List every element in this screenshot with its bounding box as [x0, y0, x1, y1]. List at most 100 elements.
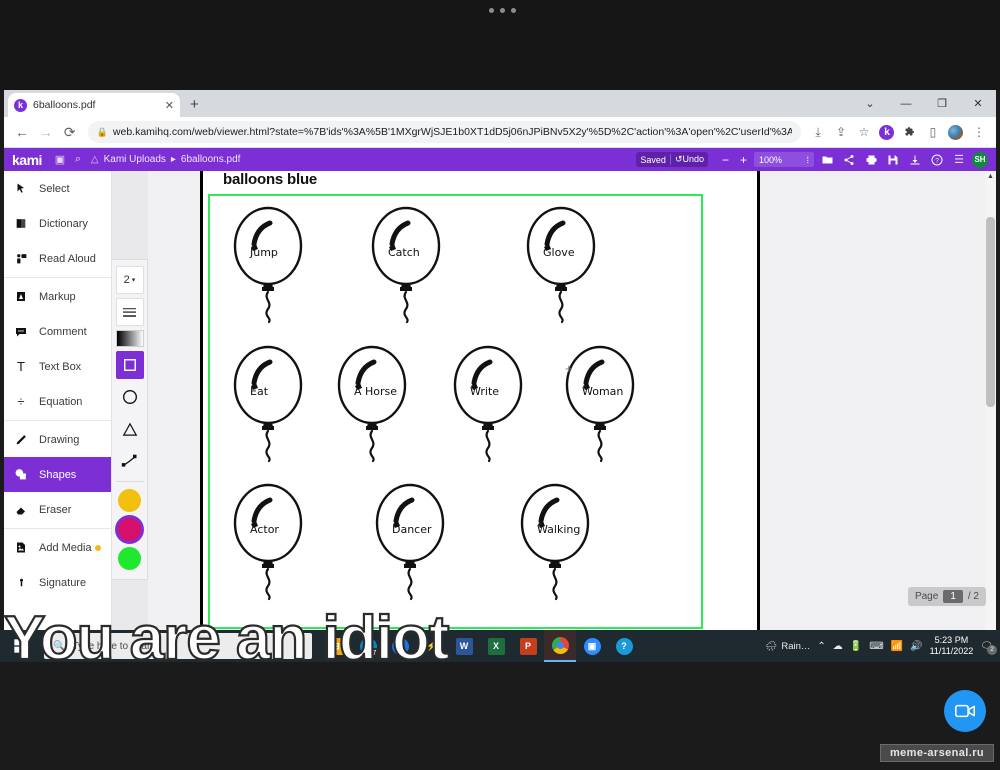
bookmark-star-icon[interactable]: ☆	[853, 121, 875, 143]
kami-logo[interactable]: kami	[12, 152, 42, 168]
browser-tab[interactable]: k 6balloons.pdf ✕	[8, 93, 180, 117]
maximize-button[interactable]: ❐	[924, 90, 960, 117]
reload-button[interactable]: ⟳	[58, 119, 82, 145]
scroll-up-arrow-icon[interactable]: ▲	[987, 173, 994, 180]
powerpoint-icon[interactable]: P	[512, 630, 544, 662]
divider	[4, 420, 111, 421]
page-number-input[interactable]: 1	[943, 590, 963, 603]
pencil-icon	[12, 433, 30, 446]
sidebar-item-comment[interactable]: Comment	[4, 314, 111, 349]
divider	[4, 277, 111, 278]
balloon-item: Eat	[228, 345, 320, 463]
scrollbar-thumb[interactable]	[986, 217, 995, 407]
square-shape-button[interactable]	[115, 351, 144, 379]
page-indicator[interactable]: Page 1 / 2	[907, 587, 986, 606]
sidebar-item-dictionary[interactable]: Dictionary	[4, 206, 111, 241]
onedrive-icon[interactable]: ☁	[833, 641, 843, 652]
tab-search-chevron-icon[interactable]: ⌄	[852, 90, 888, 117]
video-record-button[interactable]	[944, 690, 986, 732]
zoom-caret-icon: ⁞	[806, 154, 809, 165]
address-bar[interactable]: 🔒 web.kamihq.com/web/viewer.html?state=%…	[87, 121, 801, 143]
kami-app-body: Select Dictionary Read Aloud Markup Comm…	[4, 171, 996, 662]
sidebar-item-eraser[interactable]: Eraser	[4, 492, 111, 527]
close-tab-icon[interactable]: ✕	[161, 99, 174, 112]
opacity-gradient-button[interactable]	[115, 330, 144, 347]
new-tab-button[interactable]: +	[190, 96, 199, 113]
breadcrumb-folder[interactable]: Kami Uploads	[104, 154, 166, 165]
minimize-button[interactable]: —	[888, 90, 924, 117]
weather-widget[interactable]: 🌧 Rain…	[765, 641, 810, 652]
notification-center-button[interactable]: 🗨 2	[980, 641, 997, 655]
sidebar-item-markup[interactable]: Markup	[4, 279, 111, 314]
omnibox-row: ← → ⟳ 🔒 web.kamihq.com/web/viewer.html?s…	[4, 117, 996, 148]
sidebar-item-drawing[interactable]: Drawing	[4, 422, 111, 457]
show-hidden-icons[interactable]: ⌃	[817, 641, 825, 652]
extensions-puzzle-icon[interactable]	[899, 121, 921, 143]
user-avatar[interactable]: SH	[972, 151, 988, 168]
chrome-menu-icon[interactable]: ⋮	[968, 121, 990, 143]
zoom-icon[interactable]: ▣	[576, 630, 608, 662]
close-window-button[interactable]: ✕	[960, 90, 996, 117]
undo-button[interactable]: ↺Undo	[669, 154, 708, 165]
sidebar-item-text-box[interactable]: T Text Box	[4, 349, 111, 384]
notification-count: 2	[987, 644, 997, 655]
tab-strip: k 6balloons.pdf ✕ + ⌄ — ❐ ✕	[4, 90, 996, 117]
triangle-shape-button[interactable]	[116, 415, 144, 443]
balloon-item: Catch	[366, 206, 458, 324]
profile-avatar[interactable]	[945, 121, 967, 143]
balloon-item: Woman	[560, 345, 652, 463]
zoom-icon-glyph: ▣	[583, 637, 601, 655]
stroke-width-select[interactable]: 2 ▾	[115, 266, 144, 294]
forward-button[interactable]: →	[34, 119, 58, 145]
breadcrumb-separator: ▸	[170, 154, 176, 165]
side-panel-icon[interactable]: ▯	[922, 121, 944, 143]
balloon-label: Catch	[388, 246, 420, 259]
battery-icon[interactable]: 🔋	[850, 641, 862, 652]
print-icon[interactable]	[862, 151, 880, 169]
sidebar-item-select[interactable]: Select	[4, 171, 111, 206]
zoom-out-button[interactable]: −	[718, 152, 733, 167]
sidebar-item-add-media[interactable]: Add Media	[4, 530, 111, 565]
volume-icon[interactable]: 🔊	[910, 641, 922, 652]
share-icon[interactable]	[840, 151, 858, 169]
powerpoint-icon-glyph: P	[519, 637, 537, 655]
highlighter-icon	[12, 290, 30, 303]
color-yellow-swatch[interactable]	[118, 489, 141, 512]
excel-icon[interactable]: X	[480, 630, 512, 662]
zoom-level-select[interactable]: 100% ⁞	[754, 152, 814, 167]
sidebar-item-read-aloud[interactable]: Read Aloud	[4, 241, 111, 276]
wifi-icon[interactable]: 📶	[891, 641, 903, 652]
color-green-swatch[interactable]	[118, 547, 141, 570]
zoom-in-button[interactable]: +	[736, 152, 751, 167]
circle-shape-button[interactable]	[116, 383, 144, 411]
vertical-scrollbar[interactable]: ▲	[985, 171, 996, 662]
zoom-level-value: 100%	[759, 154, 783, 165]
polyline-shape-button[interactable]	[116, 447, 144, 475]
share-icon[interactable]: ⇪	[830, 121, 852, 143]
balloon-label: Write	[470, 385, 500, 398]
new-feature-badge	[95, 545, 101, 551]
sidebar-item-equation[interactable]: ÷ Equation	[4, 384, 111, 419]
line-style-button[interactable]	[115, 298, 144, 326]
save-icon[interactable]	[884, 151, 902, 169]
open-folder-icon[interactable]	[818, 151, 836, 169]
search-icon[interactable]: ⌕	[69, 151, 87, 169]
help-circle-icon[interactable]: ?	[608, 630, 640, 662]
sidebar-item-signature[interactable]: Signature	[4, 565, 111, 600]
side-panel-toggle-icon[interactable]: ▣	[51, 151, 69, 169]
sidebar-item-label: Read Aloud	[39, 252, 96, 265]
taskbar-clock[interactable]: 5:23 PM 11/11/2022	[930, 635, 974, 658]
keyboard-icon[interactable]: ⌨	[869, 641, 883, 652]
color-magenta-swatch[interactable]	[118, 518, 141, 541]
install-icon[interactable]: ⤓	[807, 121, 829, 143]
download-icon[interactable]	[906, 151, 924, 169]
back-button[interactable]: ←	[10, 119, 34, 145]
document-viewport[interactable]: balloons blue Jump Catch Glove Eat A Hor…	[148, 171, 996, 662]
menu-icon[interactable]: ☰	[950, 151, 968, 169]
chrome-icon[interactable]	[544, 630, 576, 662]
word-icon[interactable]: W	[448, 630, 480, 662]
kami-extension-icon[interactable]: k	[876, 121, 898, 143]
sidebar-item-label: Select	[39, 182, 70, 195]
help-icon[interactable]: ?	[928, 151, 946, 169]
sidebar-item-shapes[interactable]: Shapes	[4, 457, 111, 492]
